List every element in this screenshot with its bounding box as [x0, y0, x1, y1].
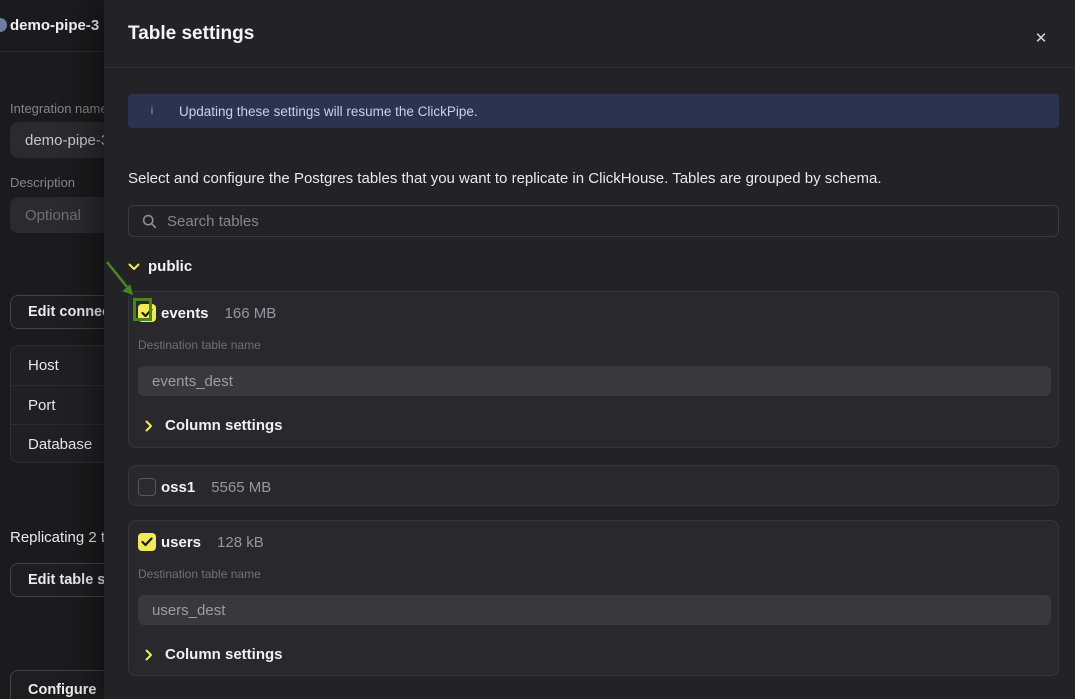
info-icon: i — [146, 105, 158, 117]
description-label: Description — [10, 175, 75, 190]
table-card-events: events 166 MB Destination table name Col… — [128, 291, 1059, 448]
events-column-settings-toggle[interactable]: Column settings — [145, 417, 283, 434]
search-icon — [142, 214, 157, 229]
destination-table-label: Destination table name — [138, 338, 261, 352]
intro-text: Select and configure the Postgres tables… — [128, 170, 882, 187]
chevron-down-icon — [128, 263, 140, 271]
events-destination-input[interactable] — [138, 366, 1051, 396]
schema-name: public — [148, 258, 192, 275]
table-name: users — [161, 534, 201, 551]
table-name: oss1 — [161, 479, 195, 496]
table-row: events 166 MB — [138, 304, 276, 322]
integration-name-label: Integration name — [10, 101, 108, 116]
modal-title: Table settings — [128, 23, 254, 45]
search-box[interactable] — [128, 205, 1059, 237]
table-row: users 128 kB — [138, 533, 264, 551]
search-input[interactable] — [167, 213, 1058, 230]
destination-table-label: Destination table name — [138, 567, 261, 581]
chevron-right-icon — [145, 420, 153, 432]
column-settings-label: Column settings — [165, 646, 283, 663]
pipe-icon — [0, 18, 7, 32]
modal-header: Table settings ✕ — [104, 0, 1075, 68]
table-name: events — [161, 305, 209, 322]
users-checkbox[interactable] — [138, 533, 156, 551]
close-icon[interactable]: ✕ — [1029, 26, 1053, 50]
annotation-highlight — [133, 298, 152, 321]
page-title: demo-pipe-3 — [10, 17, 99, 34]
users-destination-input[interactable] — [138, 595, 1051, 625]
table-size: 5565 MB — [211, 479, 271, 496]
table-size: 128 kB — [217, 534, 264, 551]
oss1-checkbox[interactable] — [138, 478, 156, 496]
resume-info-banner: i Updating these settings will resume th… — [128, 94, 1059, 128]
table-card-oss1: oss1 5565 MB — [128, 465, 1059, 506]
table-row: oss1 5565 MB — [138, 478, 271, 496]
users-column-settings-toggle[interactable]: Column settings — [145, 646, 283, 663]
column-settings-label: Column settings — [165, 417, 283, 434]
check-icon — [141, 537, 153, 547]
table-settings-modal: Table settings ✕ i Updating these settin… — [104, 0, 1075, 699]
chevron-right-icon — [145, 649, 153, 661]
schema-group-public[interactable]: public — [128, 258, 192, 275]
events-checkbox[interactable] — [138, 304, 156, 322]
table-size: 166 MB — [225, 305, 277, 322]
table-card-users: users 128 kB Destination table name Colu… — [128, 520, 1059, 676]
banner-text: Updating these settings will resume the … — [179, 104, 478, 119]
